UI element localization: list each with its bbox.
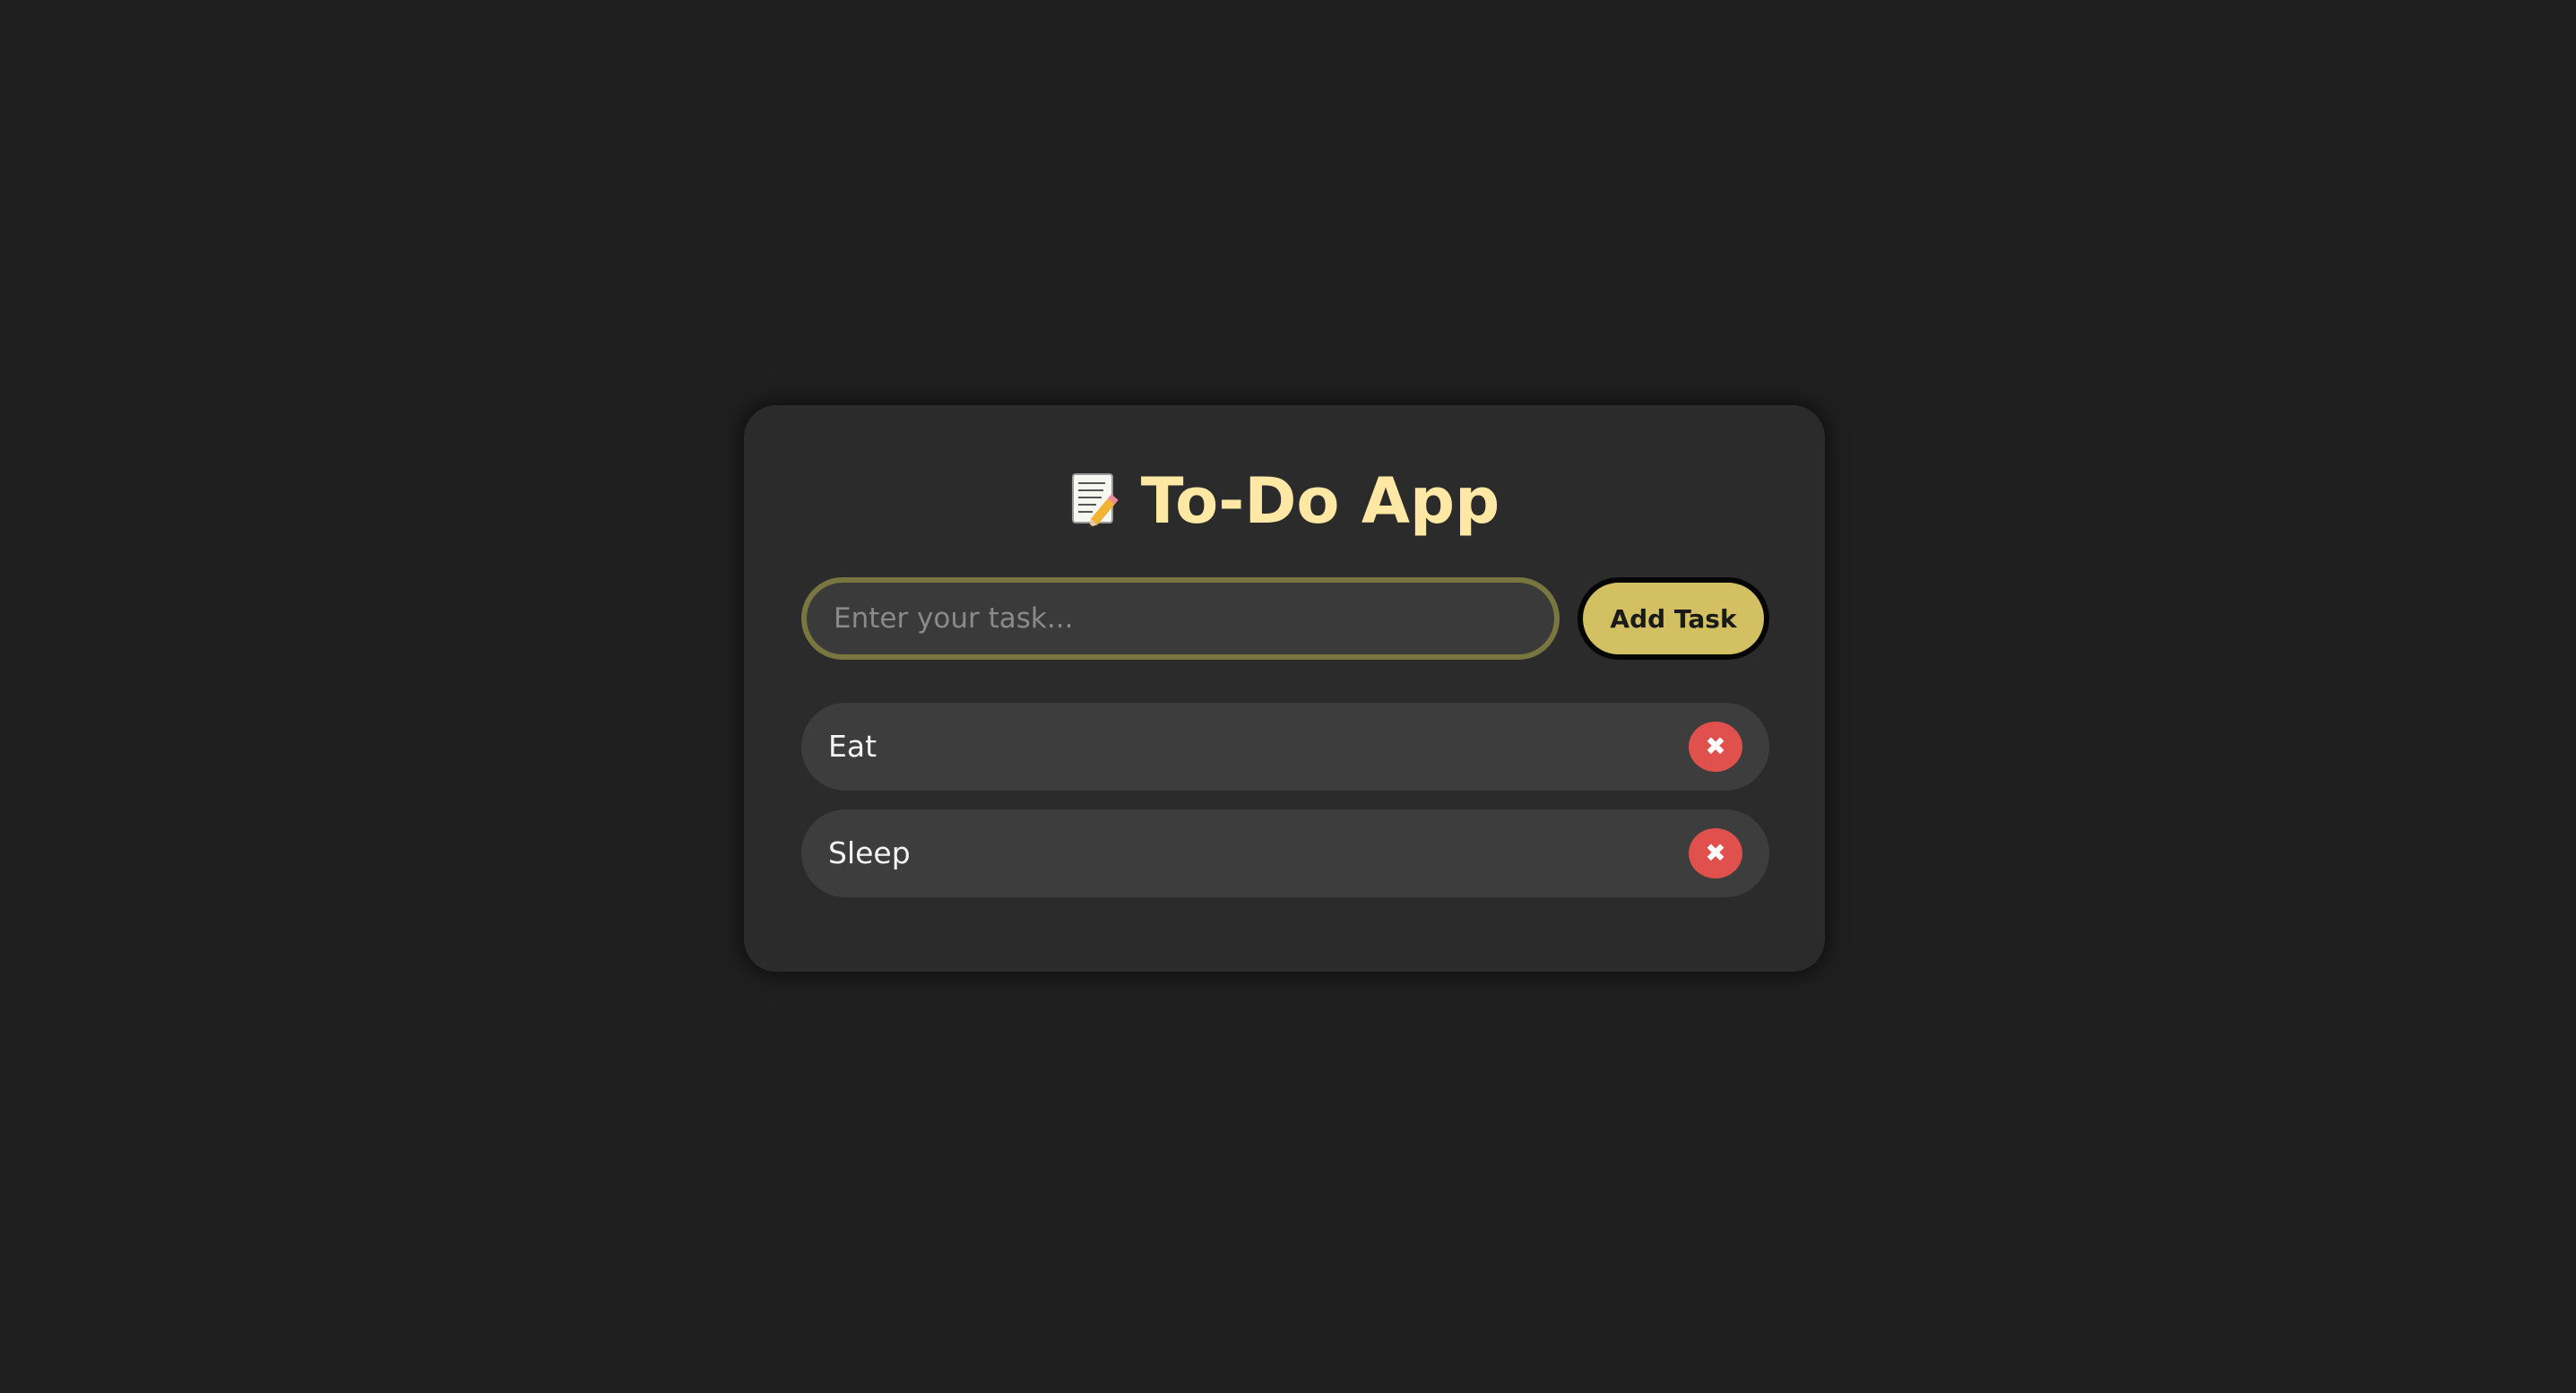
task-text: Sleep: [828, 835, 911, 870]
task-text: Eat: [828, 729, 877, 764]
page-title-text: To-Do App: [1140, 464, 1500, 538]
task-item: Eat ✖: [801, 703, 1769, 791]
task-item: Sleep ✖: [801, 809, 1769, 897]
delete-task-button[interactable]: ✖: [1689, 722, 1742, 772]
memo-pencil-icon: [1069, 466, 1123, 528]
page-title: To-Do App: [744, 461, 1825, 541]
task-input[interactable]: [801, 577, 1560, 660]
task-list: Eat ✖ Sleep ✖: [801, 703, 1769, 916]
close-icon: ✖: [1705, 731, 1726, 761]
todo-card: To-Do App Add Task Eat ✖ Sleep ✖: [744, 405, 1825, 972]
close-icon: ✖: [1705, 838, 1726, 868]
delete-task-button[interactable]: ✖: [1689, 828, 1742, 878]
add-task-button[interactable]: Add Task: [1578, 577, 1769, 660]
